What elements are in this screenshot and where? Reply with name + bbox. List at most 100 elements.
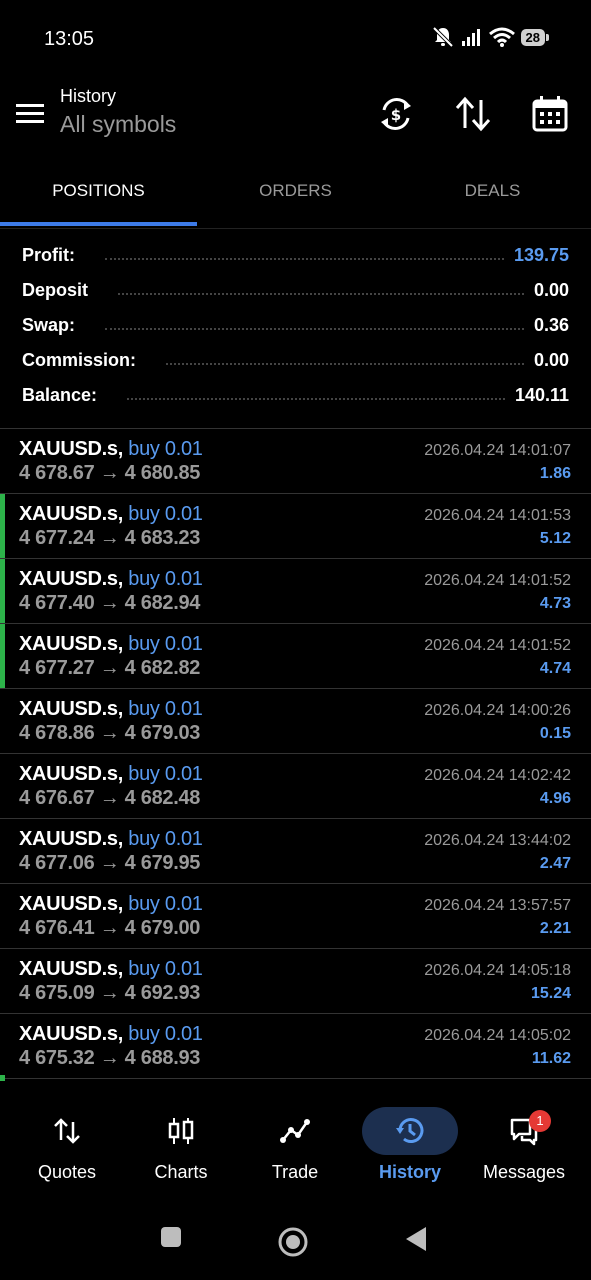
nav-charts[interactable]: Charts [122, 1100, 240, 1200]
tab-deals[interactable]: DEALS [394, 162, 591, 226]
position-time: 2026.04.24 14:05:18 [424, 962, 571, 979]
position-time: 2026.04.24 14:01:52 [424, 637, 571, 654]
home-icon[interactable] [278, 1227, 308, 1257]
dotted-leader [105, 326, 524, 330]
position-row[interactable]: XAUUSD.s, buy 0.01 4 678.67 → 4 680.85 2… [0, 429, 591, 494]
symbol-filter[interactable]: All symbols [60, 111, 176, 138]
position-symbol: XAUUSD.s, buy 0.01 [19, 698, 203, 720]
tab-positions[interactable]: POSITIONS [0, 162, 197, 226]
header: History All symbols $ [0, 80, 591, 160]
position-symbol: XAUUSD.s, buy 0.01 [19, 828, 203, 850]
position-direction: buy 0.01 [128, 438, 203, 460]
summary-commission: Commission: 0.00 [0, 343, 591, 378]
wifi-icon [488, 27, 515, 47]
recent-apps-icon[interactable] [160, 1226, 182, 1248]
position-direction: buy 0.01 [128, 763, 203, 785]
position-prices: 4 676.41 → 4 679.00 [19, 917, 201, 939]
summary-balance: Balance: 140.11 [0, 378, 591, 413]
nav-messages[interactable]: 1 Messages [465, 1100, 583, 1200]
status-time: 13:05 [44, 28, 95, 50]
position-prices: 4 678.86 → 4 679.03 [19, 722, 201, 744]
summary-value: 0.00 [533, 350, 569, 370]
position-direction: buy 0.01 [128, 698, 203, 720]
position-symbol: XAUUSD.s, buy 0.01 [19, 893, 203, 915]
position-prices: 4 677.40 → 4 682.94 [19, 592, 201, 614]
summary-label: Balance: [22, 385, 98, 405]
nav-quotes[interactable]: Quotes [8, 1100, 126, 1200]
menu-icon[interactable] [14, 98, 46, 128]
highlight-bar [0, 624, 5, 688]
position-row[interactable]: XAUUSD.s, buy 0.01 4 677.40 → 4 682.94 2… [0, 559, 591, 624]
status-bar: 13:05 28 [0, 0, 591, 80]
highlight-bar [0, 559, 5, 623]
position-prices: 4 677.24 → 4 683.23 [19, 527, 201, 549]
dotted-leader [166, 361, 524, 365]
position-row[interactable]: XAUUSD.s, buy 0.01 4 677.06 → 4 679.95 2… [0, 819, 591, 884]
svg-text:$: $ [391, 106, 401, 124]
summary-value: 0.36 [533, 315, 569, 335]
position-row[interactable]: XAUUSD.s, buy 0.01 4 678.86 → 4 679.03 2… [0, 689, 591, 754]
position-direction: buy 0.01 [128, 633, 203, 655]
position-profit: 2.21 [539, 920, 571, 937]
position-prices: 4 676.67 → 4 682.48 [19, 787, 201, 809]
position-row[interactable]: XAUUSD.s, buy 0.01 4 675.32 → 4 688.93 2… [0, 1014, 591, 1079]
nav-history[interactable]: History [351, 1100, 469, 1200]
summary-value: 140.11 [514, 385, 569, 405]
position-prices: 4 678.67 → 4 680.85 [19, 462, 201, 484]
tab-orders[interactable]: ORDERS [197, 162, 394, 226]
nav-label: Charts [154, 1162, 208, 1182]
position-direction: buy 0.01 [128, 1023, 203, 1045]
summary-value: 139.75 [513, 245, 569, 265]
position-direction: buy 0.01 [128, 958, 203, 980]
position-time: 2026.04.24 14:00:26 [424, 702, 571, 719]
position-profit: 0.15 [539, 725, 571, 742]
summary-deposit: Deposit 0.00 [0, 273, 591, 308]
back-icon[interactable] [404, 1226, 428, 1252]
highlight-bar [0, 494, 5, 558]
position-time: 2026.04.24 14:01:53 [424, 507, 571, 524]
history-tabs: POSITIONS ORDERS DEALS [0, 162, 591, 229]
nav-trade[interactable]: Trade [236, 1100, 354, 1200]
sort-icon[interactable] [453, 94, 493, 134]
position-time: 2026.04.24 14:02:42 [424, 767, 571, 784]
nav-label: History [378, 1162, 441, 1182]
position-direction: buy 0.01 [128, 568, 203, 590]
position-time: 2026.04.24 14:05:02 [424, 1027, 571, 1044]
summary-label: Profit: [22, 245, 75, 265]
bottom-nav: Quotes Charts Trade History 1 Messages [0, 1100, 591, 1200]
position-symbol: XAUUSD.s, buy 0.01 [19, 958, 203, 980]
summary-value: 0.00 [533, 280, 569, 300]
position-row[interactable]: XAUUSD.s, buy 0.01 4 676.67 → 4 682.48 2… [0, 754, 591, 819]
position-row[interactable]: XAUUSD.s, buy 0.01 4 677.27 → 4 682.82 2… [0, 624, 591, 689]
position-row[interactable]: XAUUSD.s, buy 0.01 4 676.41 → 4 679.00 2… [0, 884, 591, 949]
calendar-icon[interactable] [530, 94, 570, 134]
battery-indicator: 28 [520, 28, 550, 46]
dotted-leader [127, 396, 505, 400]
position-profit: 11.62 [531, 1050, 571, 1067]
header-titles[interactable]: History All symbols [60, 86, 176, 138]
position-profit: 4.74 [539, 660, 571, 677]
charts-icon [168, 1118, 194, 1144]
position-time: 2026.04.24 14:01:07 [424, 442, 571, 459]
active-tab-indicator [0, 222, 197, 226]
nav-label: Messages [482, 1162, 566, 1182]
position-profit: 4.96 [539, 790, 571, 807]
summary-swap: Swap: 0.36 [0, 308, 591, 343]
position-prices: 4 677.27 → 4 682.82 [19, 657, 201, 679]
position-time: 2026.04.24 13:44:02 [424, 832, 571, 849]
history-icon [396, 1118, 424, 1143]
position-profit: 15.24 [530, 985, 571, 1002]
summary-panel: Profit: 139.75 Deposit 0.00 Swap: 0.36 C… [0, 238, 591, 413]
dotted-leader [118, 291, 524, 295]
dotted-leader [105, 256, 504, 260]
signal-icon [461, 29, 480, 46]
position-time: 2026.04.24 13:57:57 [424, 897, 571, 914]
currency-exchange-icon[interactable]: $ [376, 94, 416, 134]
summary-label: Swap: [22, 315, 76, 335]
unread-badge: 1 [529, 1110, 551, 1132]
position-row[interactable]: XAUUSD.s, buy 0.01 4 675.09 → 4 692.93 2… [0, 949, 591, 1014]
position-row[interactable]: XAUUSD.s, buy 0.01 4 677.24 → 4 683.23 2… [0, 494, 591, 559]
nav-label: Quotes [37, 1162, 97, 1182]
summary-label: Deposit [22, 280, 89, 300]
position-symbol: XAUUSD.s, buy 0.01 [19, 568, 203, 590]
